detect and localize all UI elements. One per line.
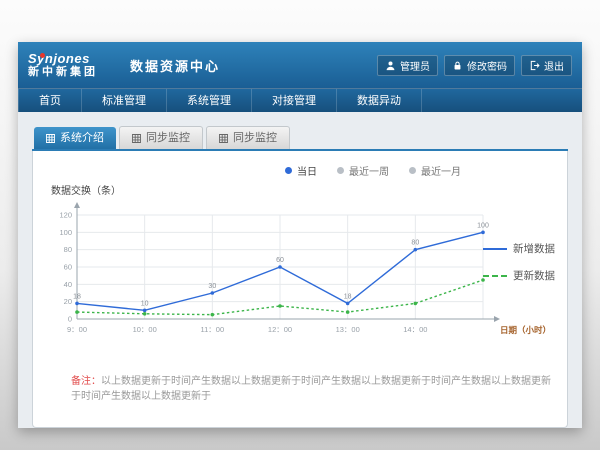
svg-text:14：00: 14：00 (403, 325, 427, 334)
logout-button[interactable]: 退出 (521, 55, 572, 76)
user-button[interactable]: 管理员 (377, 55, 438, 76)
chart-container: 0 20 40 60 80 100 120 9：00 10：00 11：00 12：00 13：00 1… (43, 199, 557, 354)
radio-dot-icon (285, 167, 292, 174)
change-password-button[interactable]: 修改密码 (444, 55, 515, 76)
user-icon (385, 60, 396, 71)
change-password-label: 修改密码 (467, 58, 507, 73)
tab-system-intro[interactable]: 系统介绍 (34, 127, 116, 149)
svg-text:0: 0 (68, 315, 72, 324)
svg-text:日期（小时）: 日期（小时） (500, 325, 551, 335)
svg-text:13：00: 13：00 (336, 325, 360, 334)
chart-legend: 新增数据 更新数据 (483, 241, 555, 283)
lock-icon (452, 60, 463, 71)
svg-text:30: 30 (208, 283, 216, 290)
tab-label: 同步监控 (233, 127, 277, 149)
tab-label: 同步监控 (146, 127, 190, 149)
svg-text:10：00: 10：00 (133, 325, 157, 334)
nav-item-system-mgmt[interactable]: 系统管理 (167, 89, 252, 113)
range-filters: 当日 最近一周 最近一月 (43, 163, 461, 178)
footnote: 备注：以上数据更新于时间产生数据以上数据更新于时间产生数据以上数据更新于时间产生… (43, 372, 557, 402)
svg-text:9：00: 9：00 (67, 325, 87, 334)
svg-text:10: 10 (141, 300, 149, 307)
filter-label: 最近一周 (349, 163, 389, 178)
svg-text:100: 100 (59, 228, 72, 237)
footnote-prefix: 备注： (71, 376, 101, 387)
filter-today[interactable]: 当日 (285, 163, 317, 178)
filter-last-month[interactable]: 最近一月 (409, 163, 461, 178)
line-sample-solid-icon (483, 248, 507, 250)
tab-sync-monitor-1[interactable]: 同步监控 (119, 126, 203, 149)
grid-icon (219, 134, 228, 143)
header-actions: 管理员 修改密码 退出 (377, 55, 572, 76)
tab-bar: 系统介绍 同步监控 同步监控 (32, 126, 568, 151)
legend-label: 更新数据 (513, 268, 555, 283)
main-nav: 首页 标准管理 系统管理 对接管理 数据异动 (18, 88, 582, 113)
user-label: 管理员 (400, 58, 430, 73)
chart-panel: 当日 最近一周 最近一月 数据交换（条） 0 20 40 60 80 100 120 9：00… (32, 151, 568, 428)
grid-icon (132, 134, 141, 143)
svg-text:11：00: 11：00 (201, 325, 225, 334)
logout-icon (529, 60, 540, 71)
filter-label: 当日 (297, 163, 317, 178)
tab-label: 系统介绍 (60, 127, 104, 149)
svg-text:60: 60 (276, 257, 284, 264)
nav-item-data-changes[interactable]: 数据异动 (337, 89, 422, 113)
tab-sync-monitor-2[interactable]: 同步监控 (206, 126, 290, 149)
grid-icon (46, 134, 55, 143)
legend-item-updated-data[interactable]: 更新数据 (483, 268, 555, 283)
footnote-text: 以上数据更新于时间产生数据以上数据更新于时间产生数据以上数据更新于时间产生数据以… (71, 376, 551, 402)
svg-text:40: 40 (64, 280, 72, 289)
logo-secondary: 新中新集团 (28, 66, 114, 78)
nav-item-standard-mgmt[interactable]: 标准管理 (82, 89, 167, 113)
chart-svg: 0 20 40 60 80 100 120 9：00 10：00 11：00 12：00 13：00 1… (43, 199, 557, 349)
page-title: 数据资源中心 (130, 56, 220, 75)
brand-logo[interactable]: Synjones 新中新集团 (28, 52, 114, 78)
legend-item-new-data[interactable]: 新增数据 (483, 241, 555, 256)
svg-text:120: 120 (59, 211, 72, 220)
legend-label: 新增数据 (513, 241, 555, 256)
radio-dot-icon (337, 167, 344, 174)
filter-last-week[interactable]: 最近一周 (337, 163, 389, 178)
radio-dot-icon (409, 167, 416, 174)
svg-text:80: 80 (64, 245, 72, 254)
logout-label: 退出 (544, 58, 564, 73)
content-area: 系统介绍 同步监控 同步监控 当日 (18, 112, 582, 428)
svg-text:18: 18 (344, 293, 352, 300)
svg-text:100: 100 (477, 222, 489, 229)
svg-text:60: 60 (64, 263, 72, 272)
svg-text:18: 18 (73, 293, 81, 300)
app-header: Synjones 新中新集团 数据资源中心 管理员 修改密码 退出 (18, 42, 582, 88)
svg-text:80: 80 (411, 240, 419, 247)
y-axis-title: 数据交换（条） (51, 182, 557, 197)
logo-dot-icon (40, 53, 45, 58)
app-window: Synjones 新中新集团 数据资源中心 管理员 修改密码 退出 (18, 42, 582, 428)
line-sample-dotted-icon (483, 275, 507, 277)
svg-text:12：00: 12：00 (268, 325, 292, 334)
filter-label: 最近一月 (421, 163, 461, 178)
nav-item-docking-mgmt[interactable]: 对接管理 (252, 89, 337, 113)
svg-text:20: 20 (64, 297, 72, 306)
nav-item-home[interactable]: 首页 (18, 89, 82, 113)
